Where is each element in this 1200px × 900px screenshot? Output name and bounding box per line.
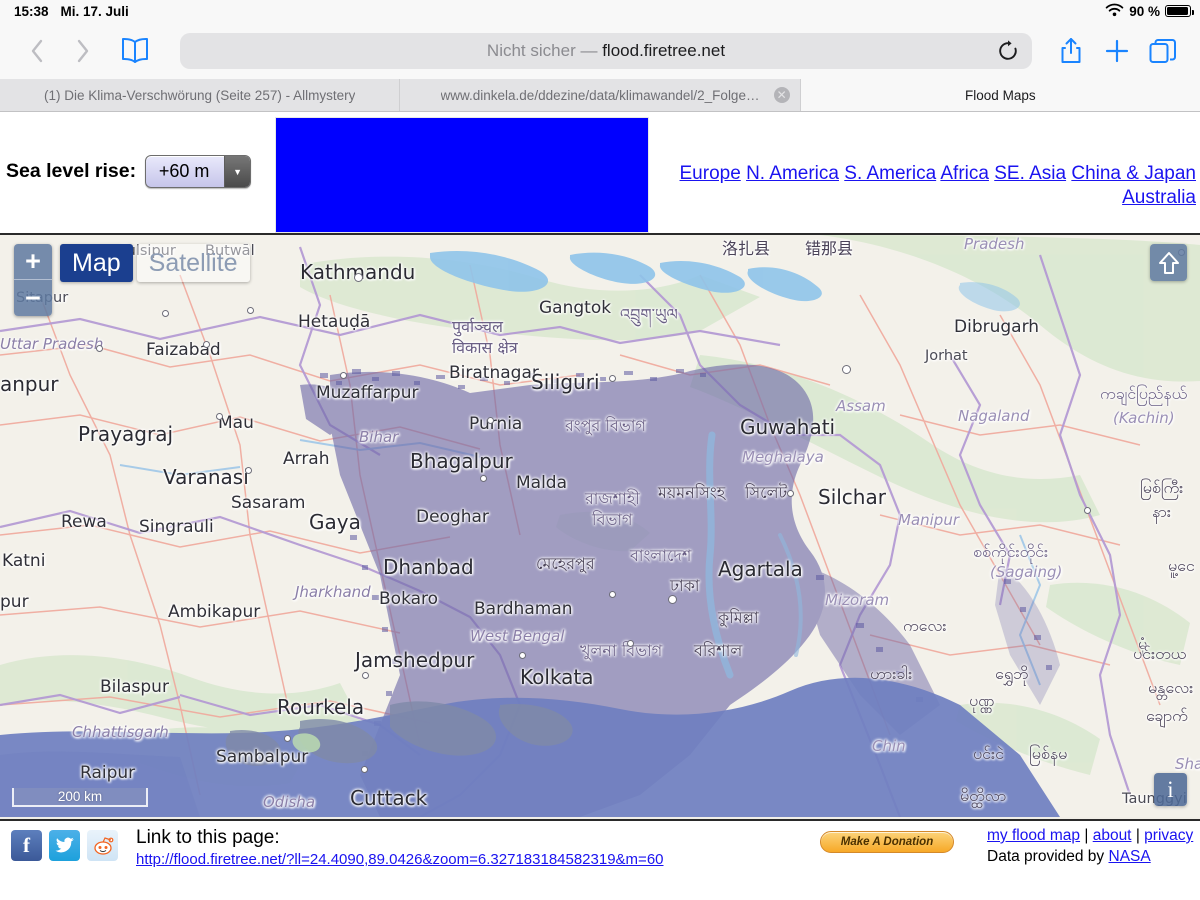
nasa-link[interactable]: NASA (1109, 848, 1151, 865)
permalink-block: Link to this page: http://flood.firetree… (136, 827, 664, 868)
zoom-controls[interactable]: + − (14, 244, 52, 316)
url-dash: — (580, 40, 598, 60)
ad-banner[interactable] (275, 117, 649, 233)
tabs-icon (1149, 38, 1176, 63)
tab-label: www.dinkela.de/ddezine/data/klimawandel/… (440, 87, 760, 103)
chevron-left-icon (31, 39, 43, 62)
footer-links: my flood map | about | privacy Data prov… (987, 826, 1193, 867)
share-icon (1061, 37, 1081, 63)
new-tab-button[interactable] (1094, 29, 1140, 73)
battery-percent: 90 % (1129, 3, 1160, 19)
page-controls: Sea level rise: +60 m ▼ Europe N. Americ… (0, 112, 1200, 233)
region-link-africa[interactable]: Africa (940, 163, 989, 184)
arrow-up-icon (1158, 251, 1179, 274)
insecure-label: Nicht sicher (486, 40, 576, 60)
permalink-url[interactable]: http://flood.firetree.net/?ll=24.4090,89… (136, 851, 664, 868)
sea-level-select[interactable]: +60 m ▼ (145, 155, 252, 188)
map-type-satellite[interactable]: Satellite (136, 244, 250, 282)
show-tabs-button[interactable] (1140, 29, 1186, 73)
zoom-in-button[interactable]: + (14, 244, 52, 280)
bookmarks-button[interactable] (106, 29, 164, 73)
url-host: flood.firetree.net (602, 40, 726, 60)
my-flood-map-link[interactable]: my flood map (987, 827, 1080, 844)
link-separator: | (1135, 827, 1140, 844)
map-type-switch[interactable]: Map Satellite (60, 244, 250, 282)
region-link-australia[interactable]: Australia (1122, 187, 1196, 208)
browser-toolbar: Nicht sicher — flood.firetree.net (0, 22, 1200, 79)
twitter-icon (55, 837, 74, 853)
chevron-down-icon[interactable]: ▼ (224, 156, 251, 187)
browser-tab[interactable]: www.dinkela.de/ddezine/data/klimawandel/… (400, 79, 801, 111)
browser-tab[interactable]: (1) Die Klima-Verschwörung (Seite 257) -… (0, 79, 401, 111)
region-link-europe[interactable]: Europe (680, 163, 741, 184)
flood-map[interactable]: TulsipurButwālKathmanduHetauḍāSitapurUtt… (0, 233, 1200, 821)
reload-button[interactable] (997, 39, 1019, 62)
region-link-se-asia[interactable]: SE. Asia (994, 163, 1066, 184)
about-link[interactable]: about (1093, 827, 1132, 844)
share-button[interactable] (1048, 29, 1094, 73)
reload-icon (999, 39, 1017, 60)
pan-up-button[interactable] (1150, 244, 1187, 281)
sea-level-rise-control: Sea level rise: +60 m ▼ (6, 155, 252, 188)
region-link-s-america[interactable]: S. America (844, 163, 936, 184)
region-links: Europe N. America S. America Africa SE. … (680, 162, 1197, 211)
book-icon (122, 37, 148, 63)
back-button[interactable] (14, 29, 60, 73)
region-link-n-america[interactable]: N. America (746, 163, 839, 184)
facebook-share-button[interactable]: f (11, 830, 42, 861)
donate-button[interactable]: Make A Donation (820, 831, 954, 853)
sea-level-rise-label: Sea level rise: (6, 160, 137, 182)
address-bar-text: Nicht sicher — flood.firetree.net (487, 41, 725, 61)
tab-label: (1) Die Klima-Verschwörung (Seite 257) -… (43, 87, 356, 103)
reddit-share-button[interactable] (87, 830, 118, 861)
permalink-title: Link to this page: (136, 827, 280, 848)
map-canvas (0, 235, 1200, 817)
zoom-out-button[interactable]: − (14, 280, 52, 316)
tab-label: Flood Maps (965, 87, 1036, 103)
status-clock: 15:38 (14, 3, 49, 19)
twitter-share-button[interactable] (49, 830, 80, 861)
tab-bar: (1) Die Klima-Verschwörung (Seite 257) -… (0, 79, 1200, 112)
map-scale-bar: 200 km (12, 788, 148, 807)
plus-icon (1105, 39, 1129, 62)
social-share-buttons: f (11, 830, 118, 861)
data-credit-label: Data provided by (987, 848, 1109, 866)
flood-maps-page: Sea level rise: +60 m ▼ Europe N. Americ… (0, 112, 1200, 899)
chevron-right-icon (77, 39, 89, 62)
battery-icon (1165, 5, 1194, 17)
ios-status-bar: 15:38 Mi. 17. Juli 90 % (0, 0, 1200, 22)
link-separator: | (1084, 827, 1089, 844)
map-type-map[interactable]: Map (60, 244, 133, 282)
close-icon[interactable]: ✕ (773, 87, 790, 103)
forward-button[interactable] (60, 29, 106, 73)
browser-tab-active[interactable]: Flood Maps (800, 79, 1200, 111)
region-link-china-japan[interactable]: China & Japan (1071, 163, 1196, 184)
reddit-icon (93, 837, 113, 855)
page-footer: f Link to this page: http://flood.firetr… (0, 821, 1200, 899)
status-date: Mi. 17. Juli (60, 3, 129, 19)
info-button[interactable]: i (1154, 773, 1187, 806)
address-bar[interactable]: Nicht sicher — flood.firetree.net (180, 32, 1032, 69)
sea-level-value: +60 m (158, 161, 210, 181)
wifi-icon (1105, 3, 1124, 20)
privacy-link[interactable]: privacy (1144, 827, 1193, 844)
